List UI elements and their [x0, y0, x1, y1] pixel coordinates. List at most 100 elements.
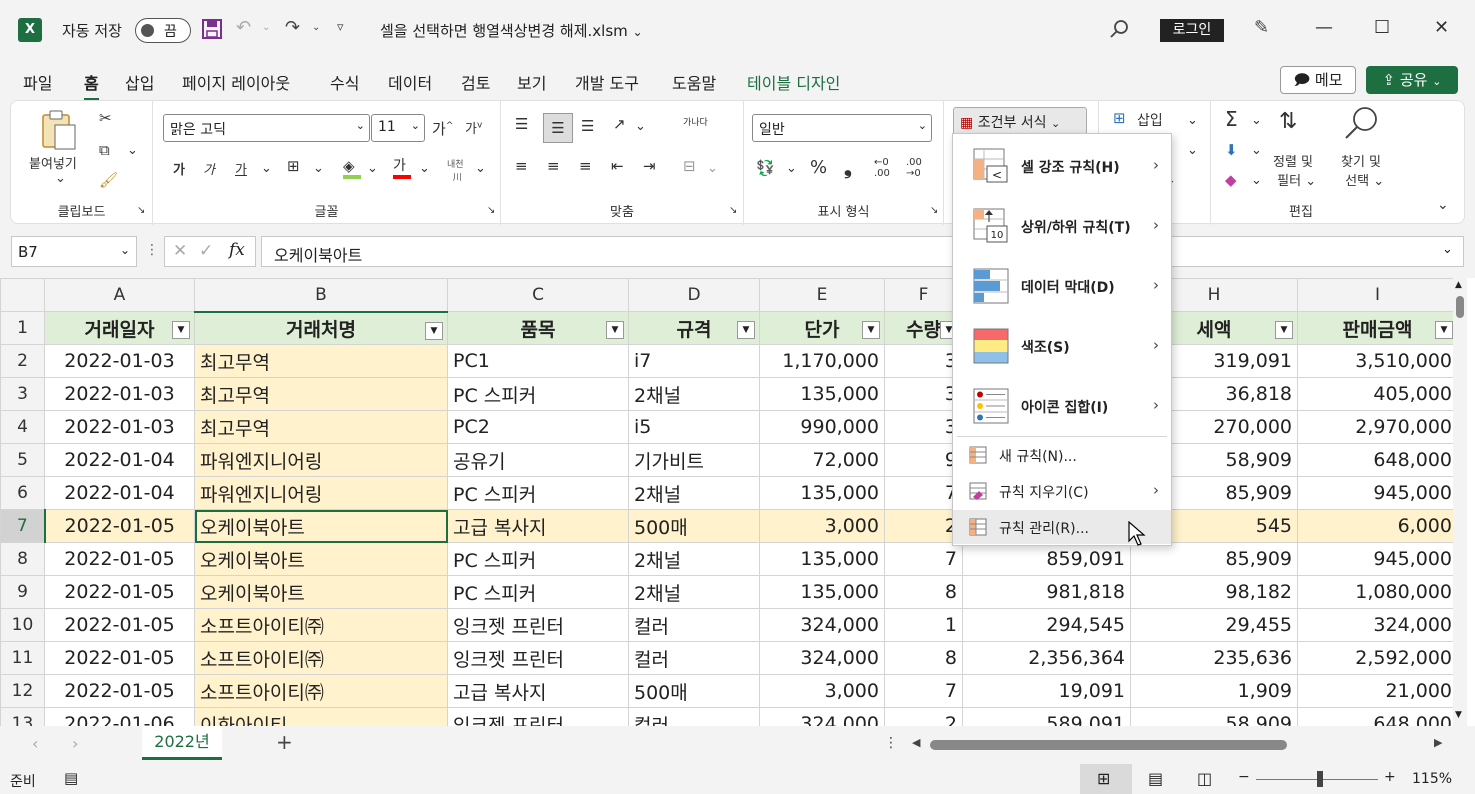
dialog-launcher-icon[interactable]: ↘	[487, 205, 495, 216]
table-cell[interactable]: 500매	[628, 674, 760, 708]
wrap-text-icon[interactable]: 가나다	[683, 115, 708, 128]
table-cell[interactable]: 최고무역	[194, 410, 448, 444]
table-cell[interactable]: 1	[884, 608, 963, 642]
number-format-select[interactable]: 일반 ⌄	[752, 114, 932, 142]
increase-decimal-icon[interactable]: ←0.00	[874, 157, 890, 179]
formula-input[interactable]: 오케이북아트	[261, 236, 1464, 267]
share-button[interactable]: ⇪ 공유 ⌄	[1366, 66, 1458, 94]
merge-center-icon[interactable]: ⊟	[683, 157, 696, 175]
tab-page-layout[interactable]: 페이지 레이아웃	[182, 70, 290, 94]
row-header[interactable]: 13	[0, 707, 45, 726]
more-icon[interactable]: ⋮	[884, 735, 898, 751]
accounting-dropdown-icon[interactable]: ⌄	[786, 161, 797, 176]
customize-qat-icon[interactable]: ▿	[337, 20, 344, 35]
header-cell[interactable]: 품목 ▼	[447, 311, 629, 345]
table-cell[interactable]: 2	[884, 509, 963, 543]
paste-dropdown-icon[interactable]: ⌄	[55, 171, 66, 186]
filter-dropdown-icon[interactable]: ▼	[737, 321, 755, 339]
table-cell[interactable]: PC 스피커	[447, 542, 629, 576]
table-cell[interactable]: 945,000	[1297, 542, 1458, 576]
paste-label[interactable]: 붙여넣기	[29, 153, 77, 172]
conditional-formatting-button[interactable]: ▦ 조건부 서식 ⌄	[953, 107, 1087, 135]
table-cell[interactable]: 8	[884, 641, 963, 675]
table-cell[interactable]: 컬러	[628, 608, 760, 642]
table-cell[interactable]: 58,909	[1130, 707, 1298, 726]
table-cell[interactable]: 2022-01-06	[44, 707, 195, 726]
align-bottom-icon[interactable]: ☰	[581, 117, 594, 135]
table-cell[interactable]: 135,000	[759, 476, 885, 510]
decrease-decimal-icon[interactable]: .00 →0	[906, 157, 922, 179]
table-cell[interactable]: 잉크젯 프린터	[447, 707, 629, 726]
header-cell[interactable]: 거래처명 ▼	[194, 311, 448, 345]
increase-font-icon[interactable]: 가^	[432, 118, 453, 139]
header-cell[interactable]: 거래일자 ▼	[44, 311, 195, 345]
decrease-font-icon[interactable]: 가v	[465, 118, 482, 137]
find-select-icon[interactable]	[1343, 105, 1379, 145]
insert-dropdown-icon[interactable]: ⌄	[1187, 113, 1198, 128]
table-cell[interactable]: 최고무역	[194, 377, 448, 411]
filter-dropdown-icon[interactable]: ▼	[1275, 321, 1293, 339]
clear-icon[interactable]: ◆	[1225, 171, 1237, 189]
table-cell[interactable]: 2채널	[628, 377, 760, 411]
column-header[interactable]: C	[447, 278, 629, 312]
table-cell[interactable]: 500매	[628, 509, 760, 543]
table-cell[interactable]: 294,545	[962, 608, 1131, 642]
fill-dropdown-icon[interactable]: ⌄	[367, 161, 378, 176]
zoom-slider-thumb[interactable]	[1317, 771, 1323, 787]
font-color-icon[interactable]: 가	[393, 155, 411, 179]
row-header[interactable]: 10	[0, 608, 45, 642]
table-cell[interactable]: 324,000	[1297, 608, 1458, 642]
menu-item-icon-sets[interactable]: 아이콘 집합(I) ›	[953, 378, 1171, 436]
table-cell[interactable]: 소프트아이티㈜	[194, 674, 448, 708]
table-cell[interactable]: 324,000	[759, 608, 885, 642]
zoom-in-icon[interactable]: +	[1384, 769, 1396, 785]
table-cell[interactable]: 19,091	[962, 674, 1131, 708]
table-cell[interactable]: 파워엔지니어링	[194, 476, 448, 510]
table-cell[interactable]: 2,356,364	[962, 641, 1131, 675]
table-cell[interactable]: 3,000	[759, 509, 885, 543]
redo-dropdown-icon[interactable]: ⌄	[312, 22, 320, 33]
table-cell[interactable]: 오케이북아트	[194, 542, 448, 576]
table-cell[interactable]: 981,818	[962, 575, 1131, 609]
table-cell[interactable]: 3	[884, 344, 963, 378]
table-cell[interactable]: 잉크젯 프린터	[447, 608, 629, 642]
menu-item-new-rule[interactable]: 새 규칙(N)...	[953, 438, 1171, 472]
table-cell[interactable]: 324,000	[759, 641, 885, 675]
column-header[interactable]: I	[1297, 278, 1458, 312]
zoom-out-icon[interactable]: −	[1238, 769, 1250, 785]
page-layout-view-icon[interactable]: ▤	[1148, 769, 1163, 788]
table-cell[interactable]: 3	[884, 410, 963, 444]
autosum-dropdown-icon[interactable]: ⌄	[1251, 113, 1262, 128]
row-header[interactable]: 9	[0, 575, 45, 609]
copy-icon[interactable]: ⧉	[99, 141, 110, 159]
tab-data[interactable]: 데이터	[388, 70, 432, 94]
table-cell[interactable]: 오케이북아트	[194, 575, 448, 609]
more-icon[interactable]: ⋮	[145, 242, 159, 258]
collapse-ribbon-icon[interactable]: ⌄	[1437, 197, 1449, 213]
table-cell[interactable]: 2	[884, 707, 963, 726]
font-size-select[interactable]: 11 ⌄	[371, 114, 425, 142]
horizontal-scroll-thumb[interactable]	[930, 740, 1287, 750]
table-cell[interactable]: 2022-01-03	[44, 377, 195, 411]
tab-help[interactable]: 도움말	[672, 70, 716, 94]
row-header[interactable]: 6	[0, 476, 45, 510]
table-cell[interactable]: 이화아이티	[194, 707, 448, 726]
undo-dropdown-icon[interactable]: ⌄	[262, 22, 270, 33]
table-cell[interactable]: 648,000	[1297, 443, 1458, 477]
menu-item-color-scales[interactable]: 색조(S) ›	[953, 318, 1171, 376]
table-cell[interactable]: PC 스피커	[447, 476, 629, 510]
search-icon[interactable]	[1108, 18, 1130, 44]
table-cell[interactable]: 1,170,000	[759, 344, 885, 378]
tab-developer[interactable]: 개발 도구	[575, 70, 639, 94]
phonetic-icon[interactable]: 내천 川	[447, 157, 464, 183]
percent-icon[interactable]: %	[810, 157, 827, 178]
table-cell[interactable]: 최고무역	[194, 344, 448, 378]
row-header[interactable]: 5	[0, 443, 45, 477]
autosave-toggle[interactable]: 끔	[135, 18, 191, 43]
fill-color-icon[interactable]: ◈	[343, 157, 361, 179]
fill-icon[interactable]: ⬇	[1225, 141, 1238, 159]
table-cell[interactable]: 2022-01-04	[44, 476, 195, 510]
table-cell[interactable]: 오케이북아트	[194, 509, 448, 543]
accessibility-icon[interactable]: ▤	[64, 769, 78, 787]
next-sheet-icon[interactable]: ›	[72, 734, 78, 753]
